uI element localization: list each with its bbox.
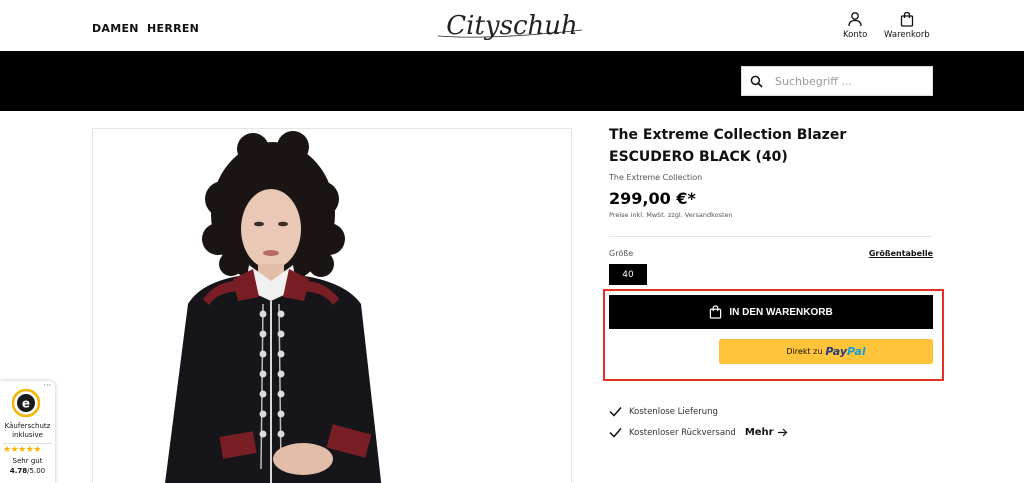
product-price: 299,00 €* — [609, 189, 696, 208]
add-to-cart-button[interactable]: IN DEN WARENKORB — [609, 295, 933, 329]
more-link[interactable]: Mehr — [745, 427, 788, 438]
add-to-cart-label: IN DEN WARENKORB — [729, 306, 833, 318]
shopping-bag-icon — [710, 305, 722, 319]
search-box[interactable] — [741, 66, 933, 96]
divider — [609, 236, 933, 237]
rating-max: /5.00 — [27, 467, 46, 475]
product-photo — [165, 131, 382, 483]
benefit-free-delivery: Kostenlose Lieferung — [609, 406, 718, 417]
site-header: DAMEN HERREN Cityschuh Konto Warenkorb — [0, 0, 1024, 52]
size-label: Größe — [609, 249, 634, 258]
paypal-logo-pay: Pay — [825, 345, 848, 358]
trust-badge[interactable]: ··· e Käuferschutz inklusive ★★★★★ Sehr … — [0, 381, 55, 483]
paypal-express-button[interactable]: Direkt zu PayPal — [719, 339, 933, 364]
checkmark-icon — [609, 428, 622, 438]
shopping-bag-icon — [900, 11, 914, 27]
cart-button[interactable]: Warenkorb — [884, 11, 930, 40]
user-icon — [848, 12, 862, 27]
svg-text:e: e — [22, 397, 30, 411]
rating-label: Sehr gut — [12, 457, 43, 465]
benefit-label: Kostenloser Rückversand — [629, 427, 736, 438]
checkmark-icon — [609, 407, 622, 417]
cityschuh-logo[interactable]: Cityschuh — [432, 6, 592, 46]
more-options-icon[interactable]: ··· — [43, 381, 51, 390]
benefit-free-returns: Kostenloser Rückversand Mehr — [609, 427, 788, 438]
tax-note: Preise inkl. MwSt. zzgl. Versandkosten — [609, 211, 733, 219]
star-icon: ★ — [3, 445, 11, 455]
account-button[interactable]: Konto — [843, 11, 867, 40]
trust-line-1: Käuferschutz — [4, 422, 51, 430]
trust-divider — [3, 443, 52, 444]
rating-score: 4.78/5.00 — [0, 467, 55, 475]
account-label: Konto — [843, 30, 868, 40]
size-option-selected[interactable]: 40 — [609, 264, 647, 285]
cart-label: Warenkorb — [884, 30, 930, 40]
more-label: Mehr — [744, 427, 774, 438]
paypal-logo-pal: Pal — [847, 345, 866, 358]
trust-seal-icon: e — [12, 389, 40, 417]
product-title: The Extreme Collection Blazer ESCUDERO B… — [609, 127, 847, 165]
benefit-label: Kostenlose Lieferung — [629, 406, 718, 417]
size-table-link[interactable]: Größentabelle — [869, 249, 933, 258]
logo-text: Cityschuh — [446, 11, 578, 41]
star-icon: ★ — [18, 445, 26, 455]
nav-damen[interactable]: DAMEN — [92, 22, 139, 35]
search-icon[interactable] — [750, 75, 763, 88]
paypal-logo: PayPal — [825, 345, 865, 358]
product-image[interactable] — [92, 128, 572, 483]
trust-line-2: inklusive — [12, 431, 43, 439]
rating-stars: ★★★★★ — [3, 445, 41, 455]
product-manufacturer[interactable]: The Extreme Collection — [609, 173, 702, 182]
paypal-prefix: Direkt zu — [786, 347, 823, 356]
search-input[interactable] — [775, 74, 915, 88]
rating-value: 4.78 — [9, 467, 28, 475]
arrow-right-icon — [777, 428, 787, 437]
nav-herren[interactable]: HERREN — [147, 22, 199, 35]
star-icon: ★ — [33, 445, 41, 455]
